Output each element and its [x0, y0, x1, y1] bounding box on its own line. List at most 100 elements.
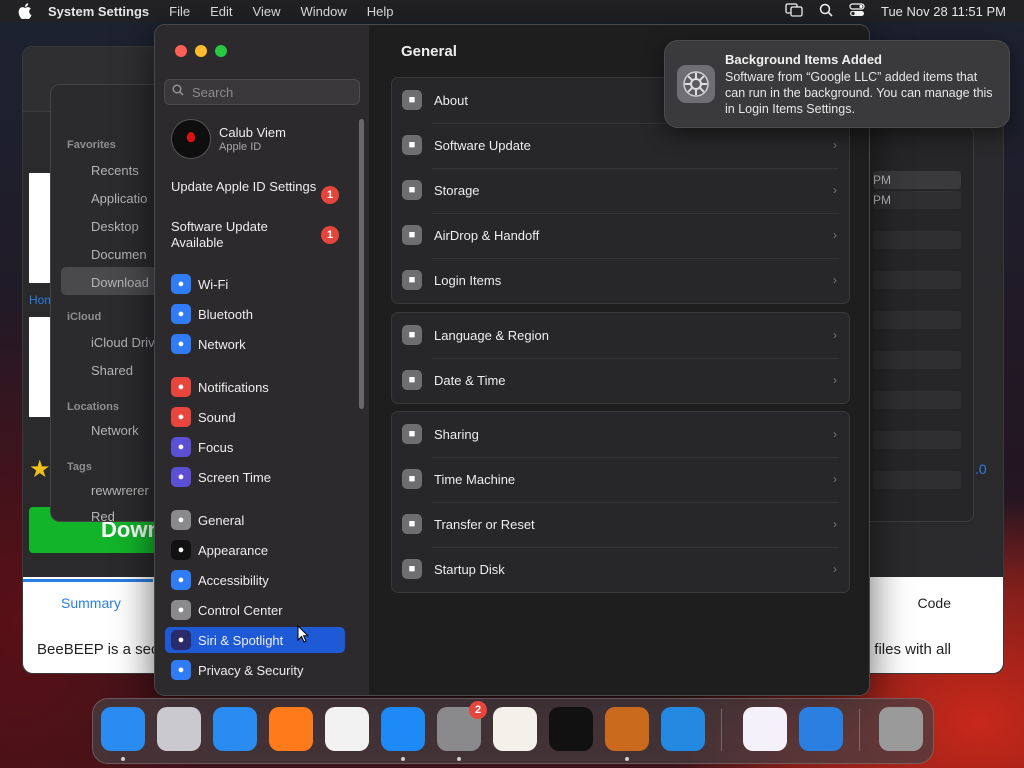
settings-row-label: Software Update — [434, 137, 531, 153]
notification-banner[interactable]: Background Items Added Software from “Go… — [664, 40, 1010, 128]
list-row[interactable]: PM — [873, 191, 961, 209]
list-row[interactable] — [873, 351, 961, 369]
sidebar-item-label: Control Center — [198, 602, 283, 618]
sidebar-item-accessibility[interactable]: ● Accessibility — [165, 567, 345, 593]
sidebar-item-general[interactable]: ● General — [165, 507, 345, 533]
sidebar-item-focus[interactable]: ● Focus — [165, 434, 345, 460]
chevron-right-icon: › — [833, 562, 837, 576]
minimize-button[interactable] — [195, 45, 207, 57]
sidebar-item-screen-time[interactable]: ● Screen Time — [165, 464, 345, 490]
apple-logo-icon[interactable] — [18, 3, 34, 19]
sidebar-scrollbar[interactable] — [359, 119, 364, 409]
notice-badge: 1 — [321, 186, 339, 204]
sidebar-item-wi-fi[interactable]: ● Wi-Fi — [165, 271, 345, 297]
finder-item[interactable]: Download — [91, 275, 149, 290]
sidebar-item-network[interactable]: ● Network — [165, 331, 345, 357]
gear-badge-icon: ■ — [402, 135, 422, 155]
update-apple-id-notice[interactable]: Update Apple ID Settings — [171, 179, 321, 195]
apple-id-account[interactable]: Calub Viem Apple ID — [171, 119, 286, 159]
bell-icon: ● — [171, 377, 191, 397]
finder-icon[interactable] — [101, 707, 145, 751]
finder-item[interactable]: Documen — [91, 247, 147, 262]
background-finder-window[interactable]: Favorites Recents Applicatio Desktop Doc… — [50, 84, 162, 524]
chrome-icon[interactable] — [325, 707, 369, 751]
search-field[interactable] — [164, 79, 360, 105]
settings-row-time-machine[interactable]: ■ Time Machine › — [392, 457, 849, 501]
search-input[interactable] — [190, 83, 354, 101]
spotlight-search-icon[interactable] — [819, 3, 833, 20]
terminal-icon[interactable] — [549, 707, 593, 751]
finder-item[interactable]: iCloud Driv — [91, 335, 155, 350]
finder-item[interactable]: Red — [91, 509, 115, 524]
running-indicator — [401, 757, 405, 761]
list-row[interactable] — [873, 431, 961, 449]
finder-item[interactable]: Network — [91, 423, 139, 438]
garageband-icon[interactable] — [605, 707, 649, 751]
settings-row-airdrop-handoff[interactable]: ■ AirDrop & Handoff › — [392, 213, 849, 257]
sidebar-item-bluetooth[interactable]: ● Bluetooth — [165, 301, 345, 327]
visual-studio-icon[interactable] — [743, 707, 787, 751]
list-row[interactable]: PM — [873, 171, 961, 189]
zoom-button[interactable] — [215, 45, 227, 57]
screen-mirroring-icon[interactable] — [785, 2, 803, 20]
settings-row-software-update[interactable]: ■ Software Update › — [392, 123, 849, 167]
list-icon: ■ — [402, 270, 422, 290]
notice-badge: 1 — [321, 226, 339, 244]
menu-view[interactable]: View — [253, 4, 281, 19]
settings-row-language-region[interactable]: ■ Language & Region › — [392, 313, 849, 357]
chevron-right-icon: › — [833, 517, 837, 531]
settings-row-transfer-or-reset[interactable]: ■ Transfer or Reset › — [392, 502, 849, 546]
menu-clock[interactable]: Tue Nov 28 11:51 PM — [881, 4, 1006, 19]
drive-icon: ■ — [402, 180, 422, 200]
control-center-icon[interactable] — [849, 2, 865, 20]
settings-row-label: AirDrop & Handoff — [434, 227, 540, 243]
menu-edit[interactable]: Edit — [210, 4, 232, 19]
settings-row-label: Time Machine — [434, 471, 516, 487]
finder-item[interactable]: Desktop — [91, 219, 139, 234]
software-update-notice[interactable]: Software Update Available — [171, 219, 321, 251]
settings-row-label: Startup Disk — [434, 561, 505, 577]
finder-item[interactable]: Recents — [91, 163, 139, 178]
finder-item[interactable]: Shared — [91, 363, 133, 378]
firefox-icon[interactable] — [269, 707, 313, 751]
menu-file[interactable]: File — [169, 4, 190, 19]
weather-icon[interactable] — [799, 707, 843, 751]
settings-row-date-time[interactable]: ■ Date & Time › — [392, 358, 849, 402]
sidebar-item-siri-spotlight[interactable]: ● Siri & Spotlight — [165, 627, 345, 653]
finder-item[interactable]: rewwrerer — [91, 483, 149, 498]
bluetooth-icon: ● — [171, 304, 191, 324]
sidebar-item-appearance[interactable]: ● Appearance — [165, 537, 345, 563]
list-row[interactable] — [873, 231, 961, 249]
sidebar-item-privacy-security[interactable]: ● Privacy & Security — [165, 657, 345, 683]
background-list-window[interactable]: PM PM .0 — [852, 126, 987, 522]
textedit-icon[interactable] — [493, 707, 537, 751]
launchpad-icon[interactable] — [157, 707, 201, 751]
safari-icon[interactable] — [213, 707, 257, 751]
list-row[interactable] — [873, 311, 961, 329]
page-text-left: BeeBEEP is a sec — [37, 641, 159, 658]
sidebar-item-control-center[interactable]: ● Control Center — [165, 597, 345, 623]
settings-row-storage[interactable]: ■ Storage › — [392, 168, 849, 212]
settings-group: ■ Language & Region › ■ Date & Time › — [391, 312, 850, 404]
settings-row-startup-disk[interactable]: ■ Startup Disk › — [392, 547, 849, 591]
trash-icon[interactable] — [879, 707, 923, 751]
app-store-icon[interactable] — [381, 707, 425, 751]
menu-app-name[interactable]: System Settings — [48, 4, 149, 19]
settings-sidebar: Calub Viem Apple ID Update Apple ID Sett… — [155, 25, 370, 695]
list-row[interactable] — [873, 471, 961, 489]
sidebar-item-sound[interactable]: ● Sound — [165, 404, 345, 430]
close-button[interactable] — [175, 45, 187, 57]
list-row[interactable] — [873, 271, 961, 289]
sidebar-item-notifications[interactable]: ● Notifications — [165, 374, 345, 400]
vscode-icon[interactable] — [661, 707, 705, 751]
speaker-icon: ● — [171, 407, 191, 427]
list-row[interactable] — [873, 391, 961, 409]
menu-help[interactable]: Help — [367, 4, 394, 19]
tab-summary[interactable]: Summary — [61, 595, 121, 611]
finder-item[interactable]: Applicatio — [91, 191, 147, 206]
menu-window[interactable]: Window — [300, 4, 346, 19]
settings-row-login-items[interactable]: ■ Login Items › — [392, 258, 849, 302]
tab-code[interactable]: Code — [918, 595, 951, 611]
settings-row-label: Storage — [434, 182, 480, 198]
settings-row-sharing[interactable]: ■ Sharing › — [392, 412, 849, 456]
